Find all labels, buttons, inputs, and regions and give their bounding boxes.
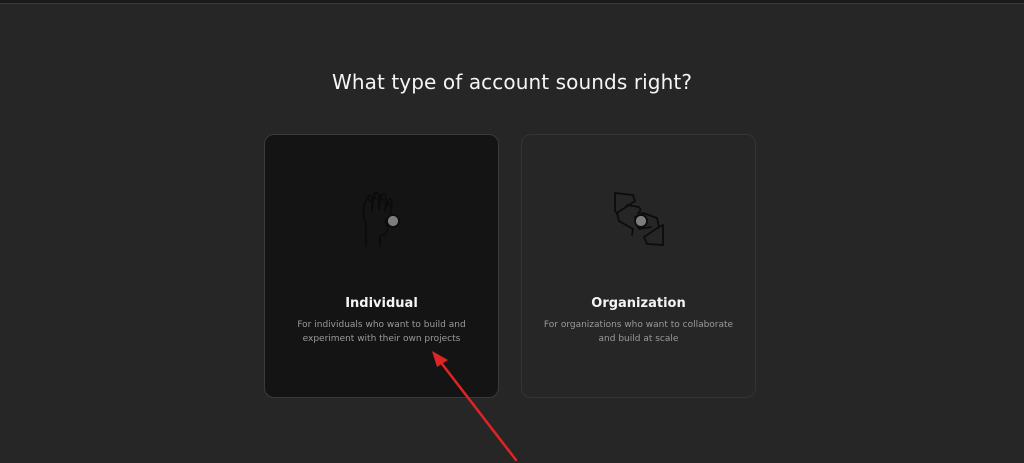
page-title: What type of account sounds right? [331,70,693,94]
organization-description-line-1: For organizations who want to collaborat… [543,320,734,330]
organization-description-line-2: and build at scale [598,334,679,344]
organization-option-title: Organization [591,296,686,311]
top-border [0,0,1024,4]
individual-option-card[interactable]: Individual For individuals who want to b… [264,134,499,398]
individual-option-title: Individual [345,296,418,311]
ok-hand-icon [265,187,498,257]
individual-description-line-1: For individuals who want to build and [297,320,466,330]
handshake-icon [522,187,755,257]
individual-option-description: For individuals who want to build and ex… [285,318,478,346]
individual-description-line-2: experiment with their own projects [302,334,461,344]
organization-option-description: For organizations who want to collaborat… [542,318,735,346]
organization-option-card[interactable]: Organization For organizations who want … [521,134,756,398]
